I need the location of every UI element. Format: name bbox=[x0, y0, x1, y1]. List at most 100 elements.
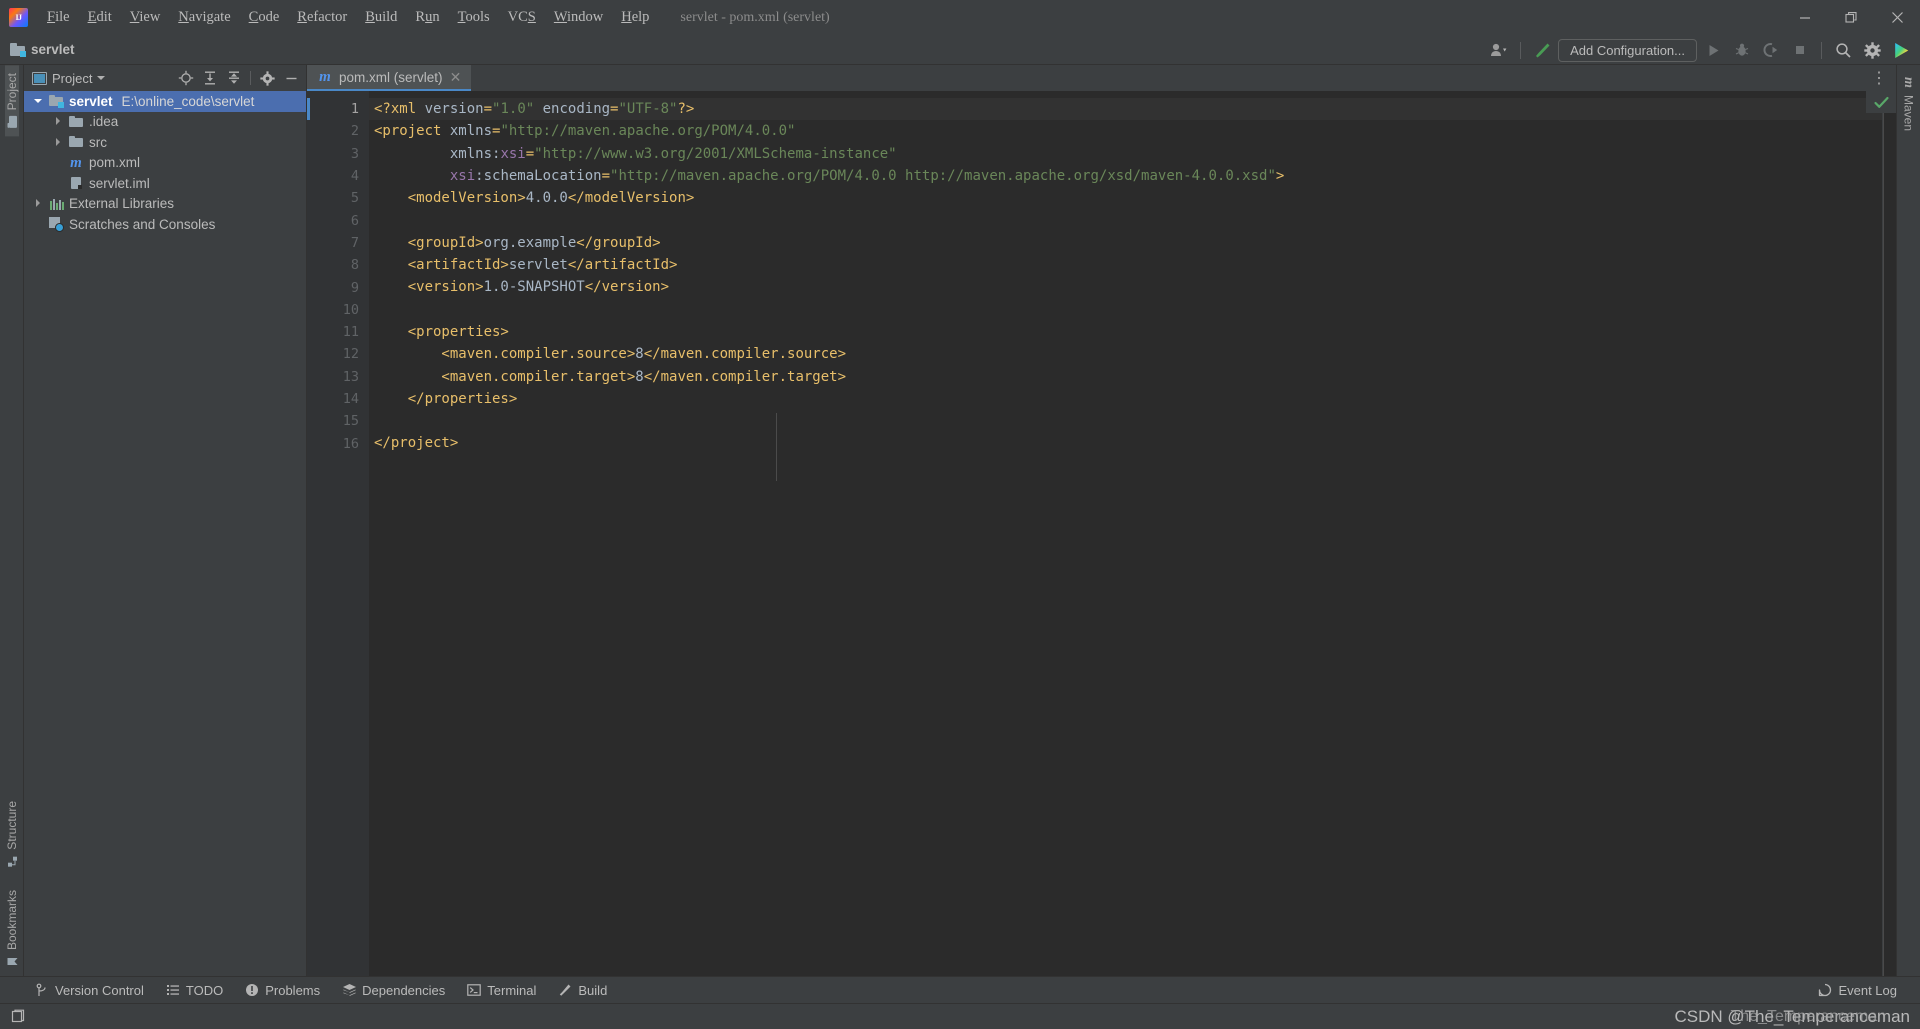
code-line[interactable]: </project> bbox=[369, 432, 1882, 454]
gutter-line-number[interactable]: 8 bbox=[307, 254, 369, 276]
editor-area: m pom.xml (servlet) ✕ ⋮ 1 2 3 4 5 6 7 8 9 10 11 12 1… bbox=[307, 65, 1896, 976]
menu-window[interactable]: Window bbox=[545, 5, 612, 30]
code-token-tagname: <project bbox=[374, 123, 450, 140]
bottom-tab-build[interactable]: Build bbox=[547, 980, 618, 1001]
code-line[interactable]: <version>1.0-SNAPSHOT</version> bbox=[369, 276, 1882, 298]
gutter-line-number[interactable]: 12 bbox=[307, 343, 369, 365]
gutter-line-number[interactable]: 13 bbox=[307, 366, 369, 388]
chevron-right-icon[interactable] bbox=[54, 137, 63, 147]
gear-icon[interactable] bbox=[256, 67, 278, 89]
gutter-line-number[interactable]: 4 bbox=[307, 165, 369, 187]
gutter-line-number[interactable]: 7 bbox=[307, 232, 369, 254]
settings-gear-icon[interactable] bbox=[1859, 38, 1885, 62]
debug-icon[interactable] bbox=[1729, 38, 1755, 62]
tree-node-idea[interactable]: .idea bbox=[24, 112, 306, 133]
code-line[interactable]: xmlns:xsi="http://www.w3.org/2001/XMLSch… bbox=[369, 143, 1882, 165]
run-configuration-selector[interactable]: Add Configuration... bbox=[1558, 38, 1697, 62]
build-hammer-icon[interactable] bbox=[1529, 38, 1555, 62]
chevron-down-icon[interactable] bbox=[97, 76, 106, 80]
chevron-right-icon[interactable] bbox=[54, 117, 63, 126]
hide-tool-window-icon[interactable] bbox=[280, 67, 302, 89]
editor-tab-pom-xml[interactable]: m pom.xml (servlet) ✕ bbox=[307, 65, 471, 91]
code-line[interactable] bbox=[369, 209, 1882, 231]
tree-node-servlet[interactable]: servlet E:\online_code\servlet bbox=[24, 91, 306, 112]
code-line[interactable]: </properties> bbox=[369, 388, 1882, 410]
code-line[interactable]: <artifactId>servlet</artifactId> bbox=[369, 254, 1882, 276]
run-icon[interactable] bbox=[1700, 38, 1726, 62]
menu-run[interactable]: Run bbox=[406, 5, 448, 30]
sidebar-tab-bookmarks[interactable]: Bookmarks bbox=[5, 876, 19, 976]
tree-node-scratches-and-consoles[interactable]: Scratches and Consoles bbox=[24, 214, 306, 235]
close-icon[interactable]: ✕ bbox=[449, 70, 463, 84]
maximize-button[interactable] bbox=[1828, 0, 1874, 35]
project-tree[interactable]: servlet E:\online_code\servlet .idea src m po… bbox=[24, 91, 306, 976]
tree-node-servlet-iml[interactable]: servlet.iml bbox=[24, 173, 306, 194]
menu-help[interactable]: Help bbox=[612, 5, 658, 30]
gutter-line-number[interactable]: 9 bbox=[307, 276, 369, 298]
sidebar-tab-maven[interactable]: m Maven bbox=[1901, 65, 1916, 139]
bottom-tab-label: Problems bbox=[265, 982, 321, 998]
menu-code[interactable]: Code bbox=[240, 5, 289, 30]
menu-vcs[interactable]: VCS bbox=[499, 5, 545, 30]
gutter-line-number[interactable]: 2 bbox=[307, 120, 379, 142]
gutter-line-number[interactable]: 3 bbox=[307, 143, 369, 165]
gutter-line-number[interactable]: 11 bbox=[307, 321, 379, 343]
bottom-tab-todo[interactable]: TODO bbox=[155, 980, 234, 1001]
code-line[interactable] bbox=[369, 299, 1882, 321]
bottom-tab-version-control[interactable]: Version Control bbox=[24, 980, 155, 1001]
bottom-tab-terminal[interactable]: Terminal bbox=[456, 980, 547, 1001]
editor-scrollbar-gutter[interactable] bbox=[1882, 91, 1896, 976]
code-content[interactable]: <?xml version="1.0" encoding="UTF-8"?> <p… bbox=[369, 91, 1882, 976]
code-line[interactable] bbox=[369, 410, 1882, 432]
code-line[interactable]: <maven.compiler.source>8</maven.compiler… bbox=[369, 343, 1882, 365]
gutter-line-number[interactable]: 16 bbox=[307, 432, 379, 454]
bottom-tab-event-log[interactable]: Event Log bbox=[1807, 980, 1908, 1001]
user-account-icon[interactable] bbox=[1486, 38, 1512, 62]
menu-file[interactable]: File bbox=[38, 5, 79, 30]
gutter-line-number[interactable]: 14 bbox=[307, 388, 379, 410]
code-line[interactable]: <properties> bbox=[369, 321, 1882, 343]
code-token-tagname: <properties> bbox=[374, 323, 509, 340]
expand-all-icon[interactable] bbox=[199, 67, 221, 89]
menu-navigate[interactable]: Navigate bbox=[169, 5, 239, 30]
sidebar-tab-structure[interactable]: Structure bbox=[5, 793, 19, 876]
stop-icon[interactable] bbox=[1787, 38, 1813, 62]
idea-updates-icon[interactable] bbox=[1888, 38, 1914, 62]
bottom-tab-problems[interactable]: Problems bbox=[234, 980, 331, 1001]
tree-node-external-libraries[interactable]: External Libraries bbox=[24, 194, 306, 215]
crosshair-target-icon[interactable] bbox=[175, 67, 197, 89]
minimize-button[interactable] bbox=[1782, 0, 1828, 35]
code-line[interactable]: xsi:schemaLocation="http://maven.apache.… bbox=[369, 165, 1882, 187]
menu-refactor[interactable]: Refactor bbox=[288, 5, 356, 30]
bottom-tab-dependencies[interactable]: Dependencies bbox=[331, 980, 456, 1001]
search-everywhere-icon[interactable] bbox=[1830, 38, 1856, 62]
close-button[interactable] bbox=[1874, 0, 1920, 35]
sidebar-tab-project[interactable]: Project bbox=[4, 65, 19, 137]
code-line[interactable]: <?xml version="1.0" encoding="UTF-8"?> bbox=[369, 98, 1882, 121]
gutter-line-number[interactable]: 5 bbox=[307, 187, 369, 209]
breadcrumb[interactable]: servlet bbox=[10, 42, 75, 57]
gutter-line-number[interactable]: 15 bbox=[307, 410, 369, 432]
gutter-line-number[interactable]: 10 bbox=[307, 299, 369, 321]
collapse-all-icon[interactable] bbox=[223, 67, 245, 89]
menu-build[interactable]: Build bbox=[356, 5, 406, 30]
tree-node-pom-xml[interactable]: m pom.xml bbox=[24, 153, 306, 174]
code-line[interactable]: <maven.compiler.target>8</maven.compiler… bbox=[369, 366, 1882, 388]
code-line[interactable]: <project xmlns="http://maven.apache.org/… bbox=[369, 120, 1882, 142]
tree-node-src[interactable]: src bbox=[24, 132, 306, 153]
more-options-icon[interactable]: ⋮ bbox=[1871, 65, 1888, 91]
menu-tools[interactable]: Tools bbox=[449, 5, 499, 30]
chevron-down-icon[interactable] bbox=[34, 97, 43, 106]
menu-view[interactable]: View bbox=[121, 5, 170, 30]
gutter-line-number[interactable]: 1 bbox=[307, 98, 369, 121]
gutter-line-number[interactable]: 6 bbox=[307, 209, 369, 231]
run-with-coverage-icon[interactable] bbox=[1758, 38, 1784, 62]
chevron-right-icon[interactable] bbox=[34, 199, 43, 208]
inspections-widget[interactable] bbox=[1866, 91, 1896, 113]
code-line[interactable]: <modelVersion>4.0.0</modelVersion> bbox=[369, 187, 1882, 209]
code-line[interactable]: <groupId>org.example</groupId> bbox=[369, 232, 1882, 254]
bottom-bar-right: Event Log bbox=[1807, 980, 1920, 1001]
editor-gutter[interactable]: 1 2 3 4 5 6 7 8 9 10 11 12 13 14 15 16 bbox=[307, 91, 379, 976]
menu-edit[interactable]: Edit bbox=[79, 5, 121, 30]
layout-toggle-icon[interactable] bbox=[8, 1007, 28, 1027]
